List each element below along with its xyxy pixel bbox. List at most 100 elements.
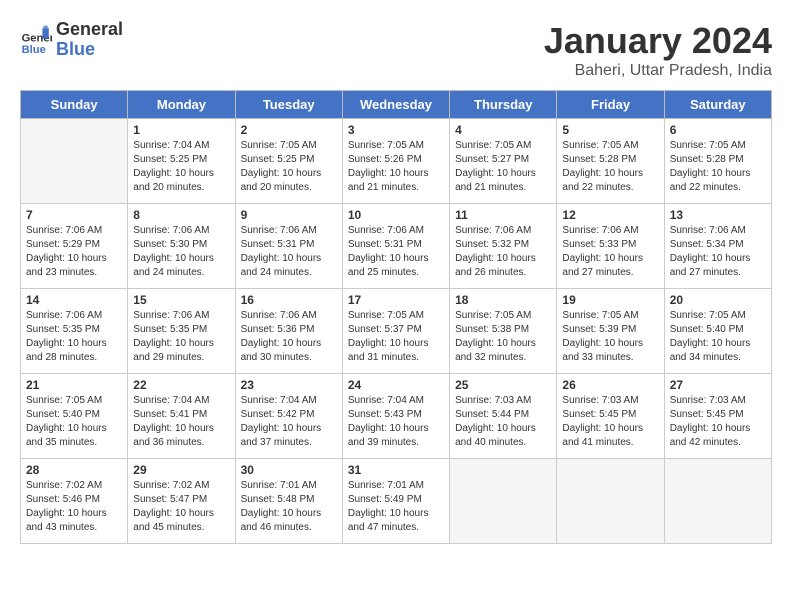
logo: General Blue General Blue [20,20,123,60]
month-title: January 2024 [544,20,772,62]
day-info: Sunrise: 7:05 AM Sunset: 5:26 PM Dayligh… [348,139,444,195]
calendar-cell: 16 Sunrise: 7:06 AM Sunset: 5:36 PM Dayli… [235,289,342,374]
day-header-sunday: Sunday [21,91,128,119]
calendar-cell: 21Sunrise: 7:05 AM Sunset: 5:40 PM Dayli… [21,374,128,459]
calendar-cell [664,459,771,544]
day-number: 26 [562,378,658,392]
day-info: Sunrise: 7:05 AM Sunset: 5:27 PM Dayligh… [455,139,551,195]
calendar-cell: 11 Sunrise: 7:06 AM Sunset: 5:32 PM Dayli… [450,204,557,289]
calendar-cell: 20 Sunrise: 7:05 AM Sunset: 5:40 PM Dayli… [664,289,771,374]
calendar-cell: 1Sunrise: 7:04 AM Sunset: 5:25 PM Daylig… [128,119,235,204]
calendar-cell: 31 Sunrise: 7:01 AM Sunset: 5:49 PM Dayli… [342,459,449,544]
calendar-cell: 15Sunrise: 7:06 AM Sunset: 5:35 PM Dayli… [128,289,235,374]
calendar-cell: 3 Sunrise: 7:05 AM Sunset: 5:26 PM Daylig… [342,119,449,204]
day-number: 31 [348,463,444,477]
logo-text: General Blue [56,20,123,60]
calendar-cell: 2 Sunrise: 7:05 AM Sunset: 5:25 PM Daylig… [235,119,342,204]
day-number: 13 [670,208,766,222]
day-number: 14 [26,293,122,307]
week-row-1: 7Sunrise: 7:06 AM Sunset: 5:29 PM Daylig… [21,204,772,289]
calendar-cell: 5 Sunrise: 7:05 AM Sunset: 5:28 PM Daylig… [557,119,664,204]
calendar-cell: 23Sunrise: 7:04 AM Sunset: 5:42 PM Dayli… [235,374,342,459]
day-info: Sunrise: 7:06 AM Sunset: 5:32 PM Dayligh… [455,224,551,280]
day-info: Sunrise: 7:03 AM Sunset: 5:45 PM Dayligh… [562,394,658,450]
day-number: 10 [348,208,444,222]
day-info: Sunrise: 7:05 AM Sunset: 5:25 PM Dayligh… [241,139,337,195]
day-number: 16 [241,293,337,307]
day-info: Sunrise: 7:05 AM Sunset: 5:37 PM Dayligh… [348,309,444,365]
day-info: Sunrise: 7:05 AM Sunset: 5:28 PM Dayligh… [670,139,766,195]
calendar-cell: 30 Sunrise: 7:01 AM Sunset: 5:48 PM Dayli… [235,459,342,544]
day-info: Sunrise: 7:06 AM Sunset: 5:36 PM Dayligh… [241,309,337,365]
day-number: 6 [670,123,766,137]
day-info: Sunrise: 7:05 AM Sunset: 5:39 PM Dayligh… [562,309,658,365]
logo-icon: General Blue [20,24,52,56]
day-number: 5 [562,123,658,137]
day-info: Sunrise: 7:06 AM Sunset: 5:29 PM Dayligh… [26,224,122,280]
day-info: Sunrise: 7:05 AM Sunset: 5:40 PM Dayligh… [26,394,122,450]
day-info: Sunrise: 7:06 AM Sunset: 5:35 PM Dayligh… [26,309,122,365]
day-header-friday: Friday [557,91,664,119]
day-header-wednesday: Wednesday [342,91,449,119]
calendar-cell: 10Sunrise: 7:06 AM Sunset: 5:31 PM Dayli… [342,204,449,289]
day-info: Sunrise: 7:01 AM Sunset: 5:48 PM Dayligh… [241,479,337,535]
calendar-cell: 27Sunrise: 7:03 AM Sunset: 5:45 PM Dayli… [664,374,771,459]
day-number: 1 [133,123,229,137]
calendar-cell: 28Sunrise: 7:02 AM Sunset: 5:46 PM Dayli… [21,459,128,544]
day-info: Sunrise: 7:03 AM Sunset: 5:44 PM Dayligh… [455,394,551,450]
day-info: Sunrise: 7:06 AM Sunset: 5:33 PM Dayligh… [562,224,658,280]
calendar-cell: 12 Sunrise: 7:06 AM Sunset: 5:33 PM Dayli… [557,204,664,289]
calendar-cell: 14 Sunrise: 7:06 AM Sunset: 5:35 PM Dayli… [21,289,128,374]
day-info: Sunrise: 7:04 AM Sunset: 5:43 PM Dayligh… [348,394,444,450]
day-info: Sunrise: 7:05 AM Sunset: 5:38 PM Dayligh… [455,309,551,365]
day-number: 9 [241,208,337,222]
day-header-thursday: Thursday [450,91,557,119]
day-number: 20 [670,293,766,307]
week-row-3: 21Sunrise: 7:05 AM Sunset: 5:40 PM Dayli… [21,374,772,459]
calendar-cell: 24 Sunrise: 7:04 AM Sunset: 5:43 PM Dayli… [342,374,449,459]
day-info: Sunrise: 7:06 AM Sunset: 5:30 PM Dayligh… [133,224,229,280]
day-info: Sunrise: 7:04 AM Sunset: 5:42 PM Dayligh… [241,394,337,450]
day-number: 17 [348,293,444,307]
day-header-monday: Monday [128,91,235,119]
calendar-cell [21,119,128,204]
calendar-cell: 26 Sunrise: 7:03 AM Sunset: 5:45 PM Dayli… [557,374,664,459]
week-row-2: 14 Sunrise: 7:06 AM Sunset: 5:35 PM Dayli… [21,289,772,374]
location-title: Baheri, Uttar Pradesh, India [544,62,772,80]
day-number: 15 [133,293,229,307]
header: General Blue General Blue January 2024 B… [20,20,772,80]
calendar-cell: 22Sunrise: 7:04 AM Sunset: 5:41 PM Dayli… [128,374,235,459]
calendar-table: SundayMondayTuesdayWednesdayThursdayFrid… [20,90,772,544]
day-number: 8 [133,208,229,222]
calendar-cell: 29Sunrise: 7:02 AM Sunset: 5:47 PM Dayli… [128,459,235,544]
day-number: 3 [348,123,444,137]
week-row-0: 1Sunrise: 7:04 AM Sunset: 5:25 PM Daylig… [21,119,772,204]
day-number: 4 [455,123,551,137]
day-info: Sunrise: 7:05 AM Sunset: 5:28 PM Dayligh… [562,139,658,195]
day-info: Sunrise: 7:06 AM Sunset: 5:31 PM Dayligh… [241,224,337,280]
day-info: Sunrise: 7:05 AM Sunset: 5:40 PM Dayligh… [670,309,766,365]
day-number: 30 [241,463,337,477]
day-info: Sunrise: 7:04 AM Sunset: 5:41 PM Dayligh… [133,394,229,450]
calendar-cell: 6 Sunrise: 7:05 AM Sunset: 5:28 PM Daylig… [664,119,771,204]
day-number: 19 [562,293,658,307]
calendar-cell: 4 Sunrise: 7:05 AM Sunset: 5:27 PM Daylig… [450,119,557,204]
week-row-4: 28Sunrise: 7:02 AM Sunset: 5:46 PM Dayli… [21,459,772,544]
day-info: Sunrise: 7:01 AM Sunset: 5:49 PM Dayligh… [348,479,444,535]
calendar-cell: 8 Sunrise: 7:06 AM Sunset: 5:30 PM Daylig… [128,204,235,289]
day-info: Sunrise: 7:03 AM Sunset: 5:45 PM Dayligh… [670,394,766,450]
day-number: 12 [562,208,658,222]
calendar-cell [450,459,557,544]
svg-text:Blue: Blue [22,44,46,56]
title-area: January 2024 Baheri, Uttar Pradesh, Indi… [544,20,772,80]
day-number: 25 [455,378,551,392]
day-info: Sunrise: 7:06 AM Sunset: 5:34 PM Dayligh… [670,224,766,280]
day-number: 29 [133,463,229,477]
day-number: 11 [455,208,551,222]
day-number: 24 [348,378,444,392]
day-number: 2 [241,123,337,137]
calendar-cell: 13 Sunrise: 7:06 AM Sunset: 5:34 PM Dayli… [664,204,771,289]
calendar-cell: 18 Sunrise: 7:05 AM Sunset: 5:38 PM Dayli… [450,289,557,374]
calendar-cell: 7Sunrise: 7:06 AM Sunset: 5:29 PM Daylig… [21,204,128,289]
day-number: 18 [455,293,551,307]
